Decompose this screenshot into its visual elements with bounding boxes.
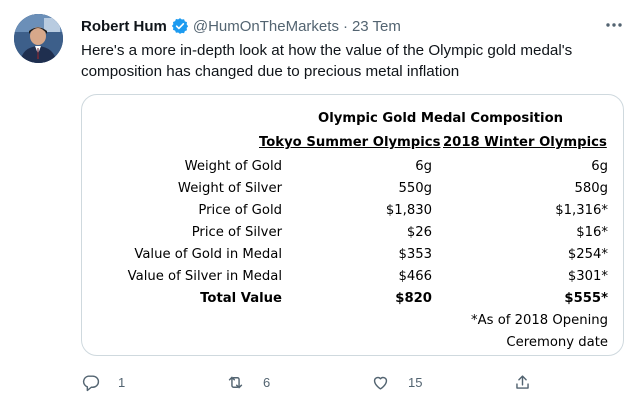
retweet-icon <box>228 376 243 388</box>
row-label: Price of Silver <box>191 225 282 240</box>
tokyo-value: 550g <box>398 181 432 196</box>
table-title: Olympic Gold Medal Composition <box>318 111 564 126</box>
tokyo-value: 6g <box>415 159 432 174</box>
verified-badge-icon <box>171 17 189 35</box>
winter-total-value: $555* <box>564 291 608 306</box>
separator-dot: · <box>342 17 348 35</box>
retweet-button[interactable]: 6 <box>226 368 270 396</box>
tweet-text: Here's a more in-depth look at how the v… <box>81 42 573 80</box>
column-header-tokyo: Tokyo Summer Olympics <box>259 135 441 150</box>
column-header-winter: 2018 Winter Olympics <box>443 135 607 150</box>
winter-value: $301* <box>567 269 608 284</box>
avatar-image <box>14 14 63 63</box>
tweet-timestamp[interactable]: 23 Tem <box>352 18 401 35</box>
row-label: Value of Gold in Medal <box>134 247 282 262</box>
author-name[interactable]: Robert Hum <box>81 18 167 35</box>
tweet-header: Robert Hum @HumOnTheMarkets · 23 Tem <box>81 14 623 38</box>
winter-value: 6g <box>591 159 608 174</box>
author-handle[interactable]: @HumOnTheMarkets <box>193 18 339 35</box>
reply-icon <box>82 374 100 391</box>
tokyo-total-value: $820 <box>395 291 432 306</box>
row-label: Price of Gold <box>198 203 282 218</box>
tweet[interactable]: Robert Hum @HumOnTheMarkets · 23 Tem Her… <box>0 0 635 400</box>
retweet-count: 6 <box>263 374 271 390</box>
like-icon <box>373 376 388 390</box>
like-count: 15 <box>408 374 423 390</box>
medal-composition-table: Olympic Gold Medal Composition Tokyo Sum… <box>82 95 623 355</box>
winter-value: 580g <box>574 181 608 196</box>
winter-value: $254* <box>567 247 608 262</box>
row-label: Weight of Silver <box>177 181 282 196</box>
tokyo-value: $26 <box>406 225 432 240</box>
winter-value: $1,316* <box>555 203 608 218</box>
like-button[interactable]: 15 <box>371 368 422 396</box>
row-label: Weight of Gold <box>184 159 282 174</box>
winter-value: $16* <box>576 225 608 240</box>
share-icon <box>516 374 529 389</box>
share-button[interactable] <box>513 368 550 396</box>
tokyo-value: $353 <box>398 247 432 262</box>
media-image[interactable]: Olympic Gold Medal Composition Tokyo Sum… <box>81 94 624 356</box>
avatar[interactable] <box>14 14 63 63</box>
row-label: Value of Silver in Medal <box>127 269 282 284</box>
tokyo-value: $466 <box>398 269 432 284</box>
footnote-line-2: Ceremony date <box>506 335 608 350</box>
tokyo-value: $1,830 <box>385 203 432 218</box>
total-row-label: Total Value <box>200 291 282 306</box>
footnote-line-1: *As of 2018 Opening <box>471 313 608 328</box>
reply-count: 1 <box>118 374 126 390</box>
reply-button[interactable]: 1 <box>81 368 125 396</box>
tweet-actions: 1 6 15 <box>81 368 635 396</box>
more-options-icon[interactable] <box>603 14 625 36</box>
